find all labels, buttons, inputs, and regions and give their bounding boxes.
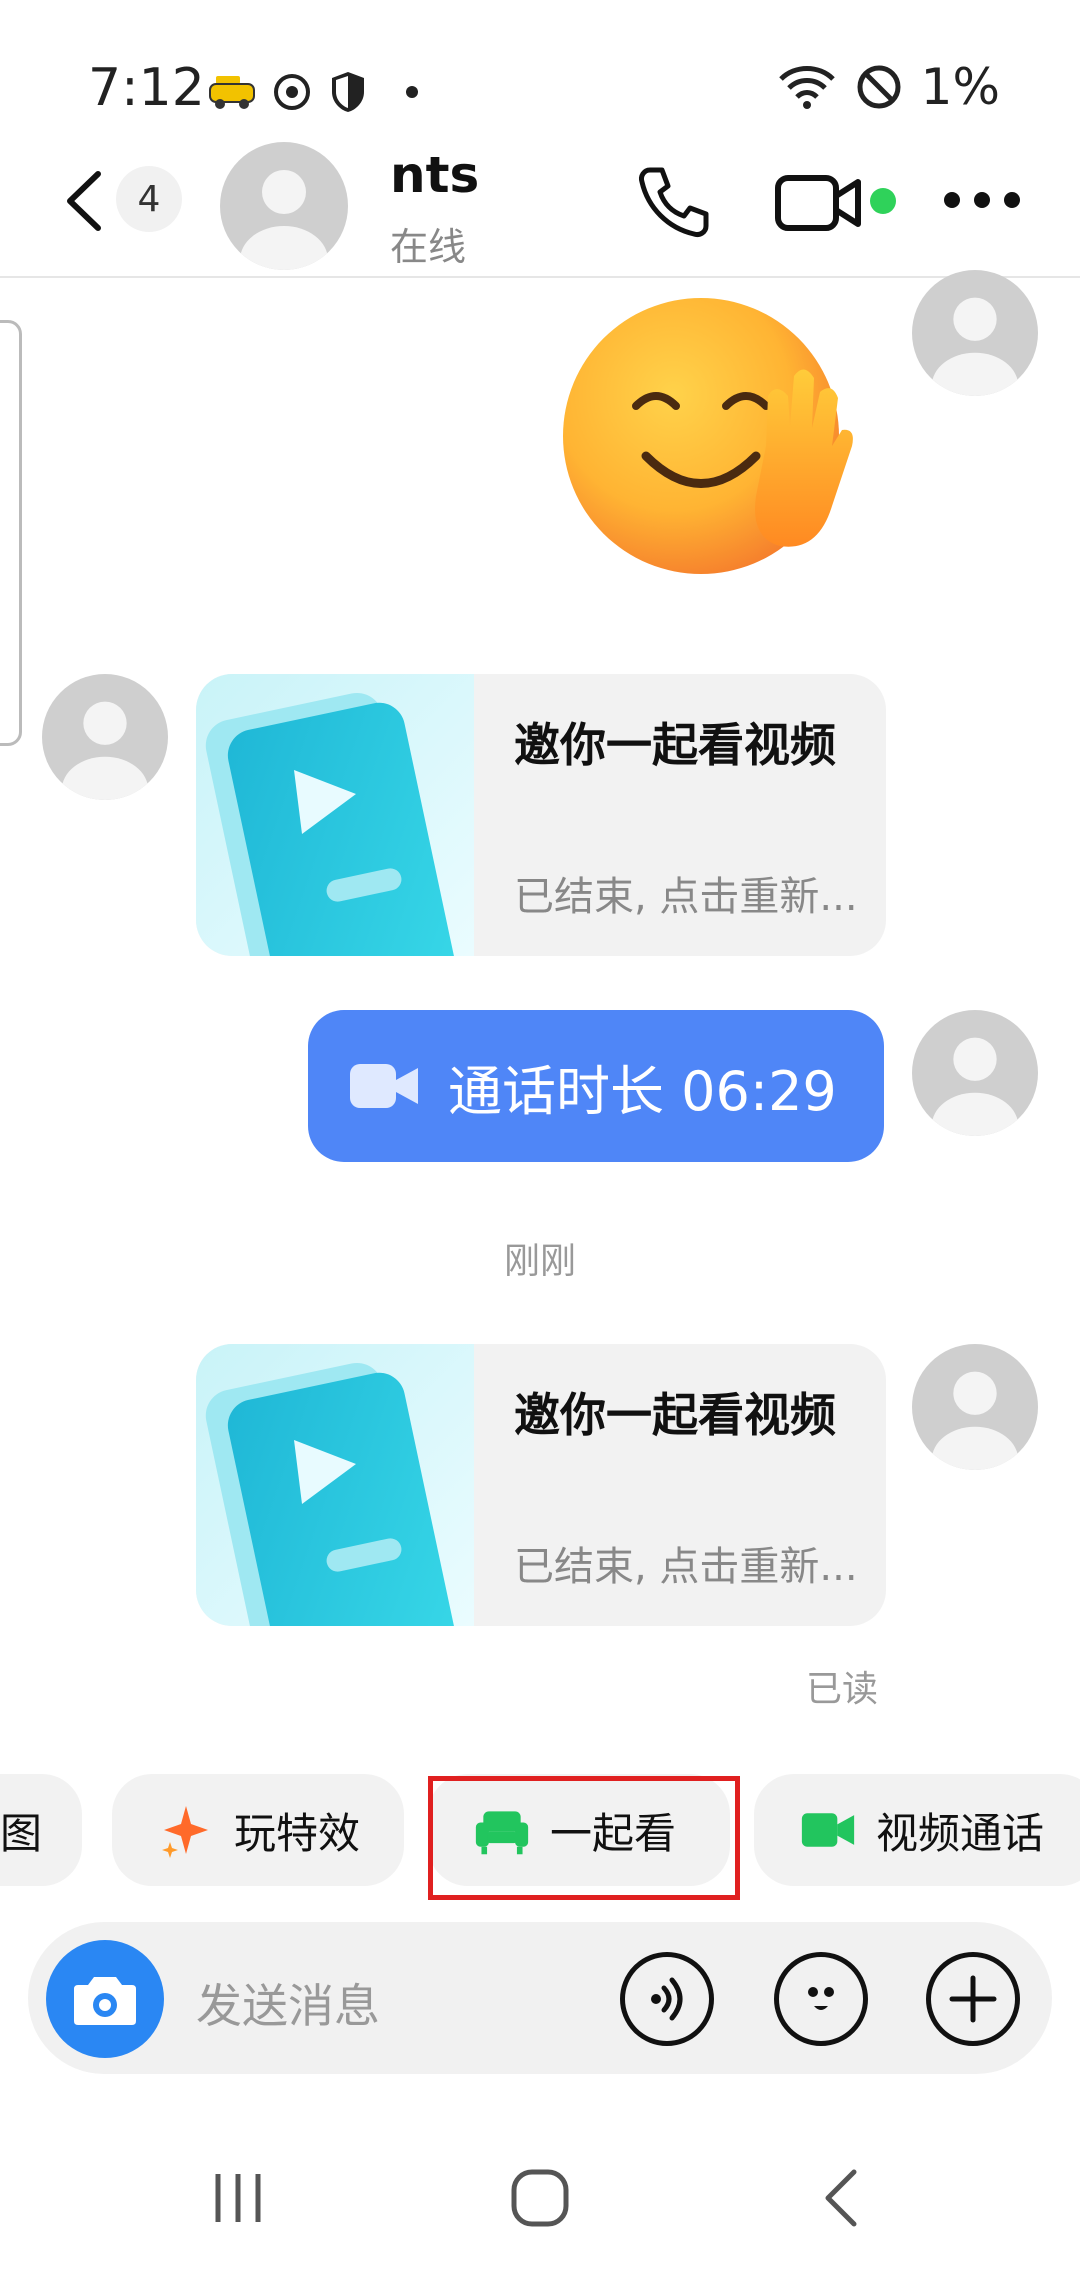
smile-face-icon	[808, 1987, 834, 2010]
taxi-icon	[209, 76, 255, 109]
contact-avatar[interactable]	[220, 142, 348, 270]
highlight-box	[428, 1776, 740, 1900]
emoji-button[interactable]	[774, 1952, 868, 2046]
my-avatar[interactable]	[912, 270, 1038, 396]
card-subtitle: 已结束, 点击重新...	[514, 1544, 858, 1590]
status-bar: 7:12 1%	[0, 0, 1080, 150]
chip-partial[interactable]: 图	[0, 1774, 82, 1886]
video-camera-icon	[801, 1813, 855, 1847]
card-subtitle: 已结束, 点击重新...	[514, 874, 858, 920]
back-button[interactable]	[60, 168, 110, 234]
my-avatar[interactable]	[912, 1010, 1038, 1136]
video-thumbnail-icon	[196, 674, 474, 956]
shield-icon	[332, 72, 364, 112]
side-panel-handle[interactable]	[0, 320, 22, 746]
online-status-dot	[870, 188, 896, 214]
watch-together-invite-card[interactable]: 邀你一起看视频 已结束, 点击重新...	[196, 674, 886, 956]
contact-message-avatar[interactable]	[42, 674, 168, 800]
video-camera-icon	[350, 1064, 418, 1108]
nav-back-icon[interactable]	[818, 2166, 862, 2230]
video-call-button[interactable]	[774, 168, 864, 238]
plus-icon	[949, 1975, 997, 2023]
chip-partial-label: 图	[0, 1808, 42, 1858]
add-button[interactable]	[926, 1952, 1020, 2046]
dot-icon	[974, 192, 990, 208]
effects-chip[interactable]: 玩特效	[112, 1774, 404, 1886]
watch-together-invite-card[interactable]: 邀你一起看视频 已结束, 点击重新...	[196, 1344, 886, 1626]
no-disturb-icon	[857, 65, 901, 109]
message-input-bar	[28, 1922, 1052, 2074]
time-divider: 刚刚	[503, 1241, 576, 1282]
video-call-label: 视频通话	[876, 1808, 1045, 1858]
home-icon[interactable]	[508, 2166, 572, 2230]
contact-name[interactable]: nts	[390, 146, 479, 204]
message-input[interactable]: 发送消息	[196, 1970, 380, 2036]
status-right: 1%	[777, 58, 1000, 116]
video-thumbnail-icon	[196, 1344, 474, 1626]
voice-wave-icon	[651, 1977, 683, 2021]
status-icons	[208, 62, 422, 122]
effects-label: 玩特效	[234, 1808, 361, 1858]
my-avatar[interactable]	[912, 1344, 1038, 1470]
voice-input-button[interactable]	[620, 1952, 714, 2046]
more-options-button[interactable]	[944, 180, 1020, 220]
status-time: 7:12	[88, 58, 205, 118]
card-title: 邀你一起看视频	[514, 718, 836, 772]
system-nav-bar	[0, 2150, 1080, 2280]
sparkle-icon	[162, 1806, 208, 1858]
camera-icon	[74, 1977, 136, 2025]
waving-smile-sticker[interactable]	[536, 296, 886, 586]
video-call-chip[interactable]: 视频通话	[754, 1774, 1080, 1886]
dot-icon	[1004, 192, 1020, 208]
recent-apps-icon[interactable]	[210, 2168, 266, 2228]
camera-button[interactable]	[46, 1940, 164, 2058]
contact-status: 在线	[390, 225, 467, 269]
read-receipt: 已读	[806, 1669, 879, 1710]
card-title: 邀你一起看视频	[514, 1388, 836, 1442]
sync-icon	[274, 74, 310, 110]
dot-icon	[944, 192, 960, 208]
call-duration-text: 通话时长 06:29	[448, 1059, 837, 1123]
phone-call-button[interactable]	[634, 162, 714, 242]
battery-text: 1%	[920, 58, 1000, 116]
dot-icon	[406, 86, 418, 98]
unread-count-badge: 4	[116, 166, 182, 232]
wifi-icon	[778, 66, 835, 109]
call-duration-bubble[interactable]: 通话时长 06:29	[308, 1010, 884, 1162]
